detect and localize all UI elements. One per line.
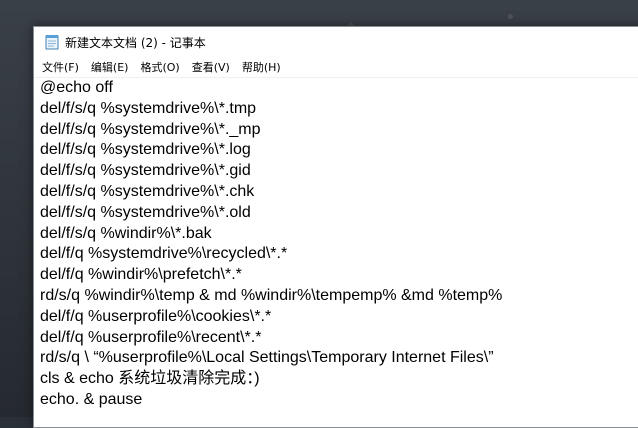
editor-line: rd/s/q \ “%userprofile%\Local Settings\T… (40, 349, 494, 367)
window-title: 新建文本文档 (2) - 记事本 (65, 35, 206, 50)
editor-line: del/f/s/q %systemdrive%\*.tmp (40, 99, 257, 117)
editor-line: @echo off (40, 79, 113, 96)
editor-line: del/f/q %userprofile%\cookies\*.* (40, 307, 272, 325)
editor-line: del/f/s/q %systemdrive%\*.log (40, 141, 251, 159)
text-editor[interactable]: @echo off del/f/s/q %systemdrive%\*.tmp … (34, 78, 638, 427)
menu-file[interactable]: 文件(F) (36, 57, 85, 77)
title-bar[interactable]: 新建文本文档 (2) - 记事本 (34, 27, 638, 57)
menu-view[interactable]: 查看(V) (186, 57, 236, 77)
editor-line: del/f/s/q %systemdrive%\*.gid (40, 162, 251, 180)
editor-line: del/f/s/q %systemdrive%\*._mp (40, 120, 261, 138)
editor-line: rd/s/q %windir%\temp & md %windir%\tempe… (40, 286, 503, 304)
editor-line: del/f/s/q %systemdrive%\*.chk (40, 182, 255, 200)
menu-bar: 文件(F) 编辑(E) 格式(O) 查看(V) 帮助(H) (34, 57, 638, 78)
editor-line: del/f/s/q %windir%\*.bak (40, 224, 212, 242)
editor-line: del/f/q %windir%\prefetch\*.* (40, 266, 242, 284)
editor-line: del/f/s/q %systemdrive%\*.old (40, 203, 251, 221)
menu-help[interactable]: 帮助(H) (236, 57, 287, 77)
editor-line: cls & echo 系统垃圾清除完成：) (40, 370, 260, 388)
menu-format[interactable]: 格式(O) (134, 57, 185, 77)
notepad-icon (45, 34, 59, 50)
notepad-window: 新建文本文档 (2) - 记事本 文件(F) 编辑(E) 格式(O) 查看(V)… (33, 26, 638, 428)
editor-line: echo. & pause (40, 390, 143, 408)
menu-edit[interactable]: 编辑(E) (85, 57, 135, 77)
editor-line: del/f/q %systemdrive%\recycled\*.* (40, 245, 288, 263)
editor-line: del/f/q %userprofile%\recent\*.* (40, 328, 262, 346)
